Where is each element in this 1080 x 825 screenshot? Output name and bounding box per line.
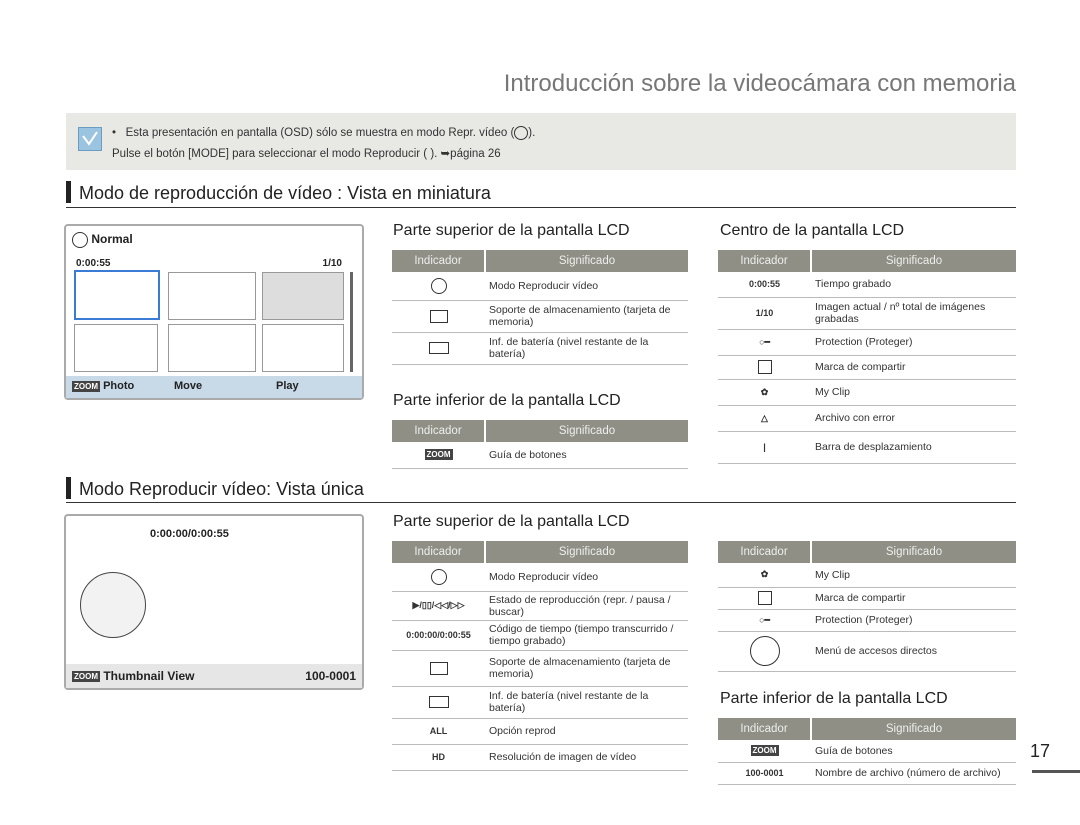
note-2: Pulse el botón [MODE] para seleccionar e… [112, 148, 501, 160]
shortcut-menu[interactable] [80, 572, 146, 638]
move-label: Move [174, 380, 203, 392]
table-bottom-2: Indicador Significado ZOOM Guía de botones… [718, 718, 1016, 785]
file-number: 100-0001 [305, 669, 356, 683]
note-1: • Esta presentación en pantalla (OSD) só… [112, 126, 536, 140]
table-top-2: Indicador Significado Modo Reproducir víd… [392, 541, 688, 771]
thumbnail-screen: Normal 0:00:55 1/10 ZOOM Photo Move Play [64, 224, 364, 400]
thumbnail-view-label: Thumbnail View [103, 669, 195, 683]
thumbnail-2[interactable] [168, 272, 256, 320]
timecode-label: 0:00:00/0:00:55 [150, 528, 229, 540]
section-single: Modo Reproducir vídeo: Vista única [66, 477, 364, 500]
section-thumbnail: Modo de reproducción de vídeo : Vista en… [66, 181, 491, 204]
note-box [66, 113, 1016, 170]
page-number: 17 [1029, 741, 1050, 761]
time-label: 0:00:55 [76, 258, 111, 269]
scroll-bar[interactable] [350, 272, 353, 372]
table-top-1: Indicador Significado Modo Reproducir víd… [392, 250, 688, 365]
thumbnail-5[interactable] [168, 324, 256, 372]
check-icon [78, 127, 102, 151]
thumbnail-6[interactable] [262, 324, 344, 372]
table-center: Indicador Significado 0:00:55 Tiempo graba… [718, 250, 1016, 464]
single-screen: 0:00:00/0:00:55 ZOOM Thumbnail View 100-… [64, 514, 364, 690]
thumbnail-3[interactable] [262, 272, 344, 320]
table-bottom-1: Indicador Significado ZOOM Guía de botones [392, 420, 688, 469]
table-center-2: Indicador Significado ✿ My Clip Marca de c… [718, 541, 1016, 672]
count-label: 1/10 [322, 258, 342, 269]
page-title: Introducción sobre la videocámara con me… [503, 70, 1016, 97]
thumbnail-4[interactable] [74, 324, 158, 372]
thumbnail-1[interactable] [74, 270, 160, 320]
play-label: Play [276, 380, 299, 392]
mode-label: Normal [91, 232, 133, 247]
